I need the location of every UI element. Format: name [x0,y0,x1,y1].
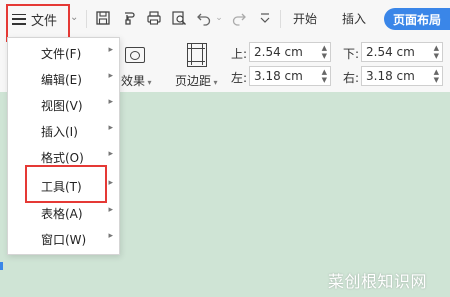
customize-icon[interactable] [257,10,273,26]
page-margins-label[interactable]: 页边距 ▾ [175,72,218,89]
spin-up-icon[interactable]: ▲ [434,45,439,52]
toolbar-divider [86,10,87,28]
page-margins-icon[interactable] [187,43,207,67]
chevron-down-icon[interactable]: ⌄ [70,12,78,23]
submenu-arrow-icon: ▸ [108,178,113,188]
right-margin-value: 3.18 cm [366,69,415,83]
menu-item-view[interactable]: 视图(V) ▸ [8,92,119,118]
spin-down-icon[interactable]: ▼ [322,77,327,84]
menu-item-insert[interactable]: 插入(I) ▸ [8,118,119,144]
top-margin-label: 上: [231,47,248,61]
bottom-margin-input[interactable]: 2.54 cm ▲ ▼ [361,42,443,62]
spin-up-icon[interactable]: ▲ [322,69,327,76]
bottom-margin-value: 2.54 cm [366,45,415,59]
menu-item-label: 窗口(W) [41,233,87,247]
submenu-arrow-icon: ▸ [108,71,113,81]
print-icon[interactable] [146,10,162,26]
menu-item-label: 编辑(E) [41,73,82,87]
effects-label[interactable]: 效果 ▾ [121,72,152,89]
submenu-arrow-icon: ▸ [108,97,113,107]
top-margin-input[interactable]: 2.54 cm ▲ ▼ [249,42,331,62]
menu-item-label: 文件(F) [41,47,82,61]
left-margin-label: 左: [231,71,248,85]
tools-item-highlight [25,165,107,203]
submenu-arrow-icon: ▸ [108,123,113,133]
format-painter-icon[interactable] [121,10,137,26]
submenu-arrow-icon: ▸ [108,205,113,215]
menu-item-window[interactable]: 窗口(W) ▸ [8,226,119,252]
submenu-arrow-icon: ▸ [108,149,113,159]
spin-up-icon[interactable]: ▲ [322,45,327,52]
menu-item-label: 格式(O) [41,151,84,165]
spin-down-icon[interactable]: ▼ [434,77,439,84]
right-margin-input[interactable]: 3.18 cm ▲ ▼ [361,66,443,86]
redo-icon[interactable] [231,10,247,26]
effects-icon[interactable] [125,47,145,63]
watermark: 菜创根知识网 [328,272,428,291]
menu-item-table[interactable]: 表格(A) ▸ [8,200,119,226]
chevron-down-icon[interactable]: ⌄ [211,10,227,26]
print-preview-icon[interactable] [171,10,187,26]
menu-item-label: 插入(I) [41,125,78,139]
undo-icon[interactable] [196,10,212,26]
menu-item-edit[interactable]: 编辑(E) ▸ [8,66,119,92]
spin-down-icon[interactable]: ▼ [434,53,439,60]
submenu-arrow-icon: ▸ [108,45,113,55]
top-margin-value: 2.54 cm [254,45,303,59]
left-margin-value: 3.18 cm [254,69,303,83]
tab-insert[interactable]: 插入 [342,10,366,27]
spin-down-icon[interactable]: ▼ [322,53,327,60]
tab-home[interactable]: 开始 [293,10,317,27]
ruler-marker [0,262,3,270]
save-icon[interactable] [95,10,111,26]
menu-item-file[interactable]: 文件(F) ▸ [8,40,119,66]
spin-up-icon[interactable]: ▲ [434,69,439,76]
right-margin-label: 右: [343,71,360,85]
submenu-arrow-icon: ▸ [108,231,113,241]
menu-item-label: 表格(A) [41,207,83,221]
file-dropdown-menu: 文件(F) ▸ 编辑(E) ▸ 视图(V) ▸ 插入(I) ▸ 格式(O) ▸ … [7,37,120,255]
tab-page-layout[interactable]: 页面布局 [384,8,450,30]
toolbar-divider [280,10,281,28]
menu-item-label: 视图(V) [41,99,83,113]
bottom-margin-label: 下: [343,47,360,61]
left-margin-input[interactable]: 3.18 cm ▲ ▼ [249,66,331,86]
